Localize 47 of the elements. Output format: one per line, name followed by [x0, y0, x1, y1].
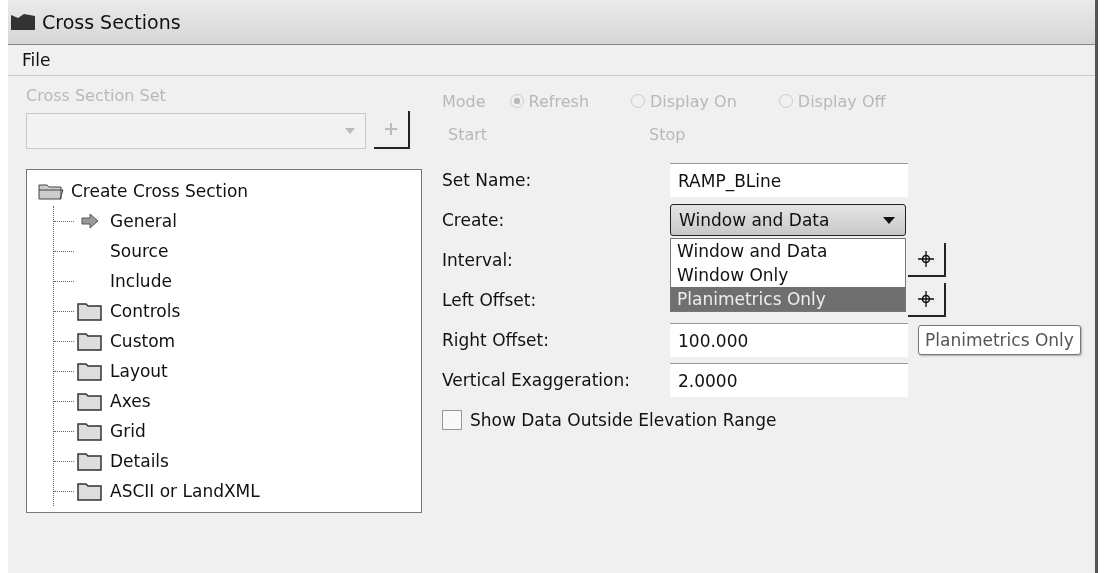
tree-item[interactable]: General	[110, 211, 177, 231]
plus-icon	[384, 122, 398, 136]
pick-button[interactable]	[908, 243, 946, 277]
crosshair-icon	[918, 291, 934, 307]
folder-icon	[76, 330, 104, 352]
caret-icon	[345, 128, 355, 134]
input-field[interactable]: 2.0000	[670, 363, 908, 397]
dropdown-option[interactable]: Window and Data	[671, 239, 905, 263]
create-dropdown[interactable]: Window and Data	[670, 204, 906, 236]
checkbox-option[interactable]: Show Data Outside Elevation Range	[442, 410, 1077, 430]
folder-icon	[76, 450, 104, 472]
crosshair-icon	[918, 251, 934, 267]
tree-item[interactable]: Axes	[110, 391, 151, 411]
caret-icon	[883, 216, 895, 224]
field-label: Interval:	[442, 249, 514, 272]
tree-item[interactable]: Source	[110, 241, 169, 261]
menu-item[interactable]: File	[22, 50, 51, 70]
dropdown-option[interactable]: Window Only	[671, 263, 905, 287]
folder-icon	[76, 480, 104, 502]
tooltip: Planimetrics Only	[918, 325, 1081, 355]
mode-label: Mode	[442, 91, 486, 111]
tree-item[interactable]: Include	[110, 271, 172, 291]
window-title: Cross Sections	[42, 11, 181, 33]
folder-icon	[76, 300, 104, 322]
field-label: Right Offset:	[442, 329, 550, 352]
tree-item[interactable]: Create Cross Section	[37, 176, 411, 206]
arrow-icon	[80, 212, 100, 230]
pick-button[interactable]	[908, 283, 946, 317]
folder-icon	[76, 360, 104, 382]
field-label: Vertical Exaggeration:	[442, 369, 631, 392]
folder-icon	[76, 420, 104, 442]
dropdown-option[interactable]: Planimetrics Only	[671, 287, 905, 311]
input-field[interactable]: RAMP_BLine	[670, 163, 908, 197]
tree-item[interactable]: Controls	[110, 301, 181, 321]
tree-item[interactable]: Grid	[110, 421, 146, 441]
window-icon	[10, 12, 36, 32]
tree-item[interactable]: Details	[110, 451, 169, 471]
tree-item[interactable]: Custom	[110, 331, 176, 351]
input-field[interactable]: 100.000	[670, 323, 908, 357]
folder-icon	[37, 181, 65, 201]
set-label: Cross Section Set	[26, 86, 167, 105]
field-label: Set Name:	[442, 169, 533, 192]
field-label: Create:	[442, 209, 506, 232]
tree-item[interactable]: Layout	[110, 361, 168, 381]
folder-icon	[76, 390, 104, 412]
tree-item[interactable]: ASCII or LandXML	[110, 481, 260, 501]
field-label: Left Offset:	[442, 289, 538, 312]
